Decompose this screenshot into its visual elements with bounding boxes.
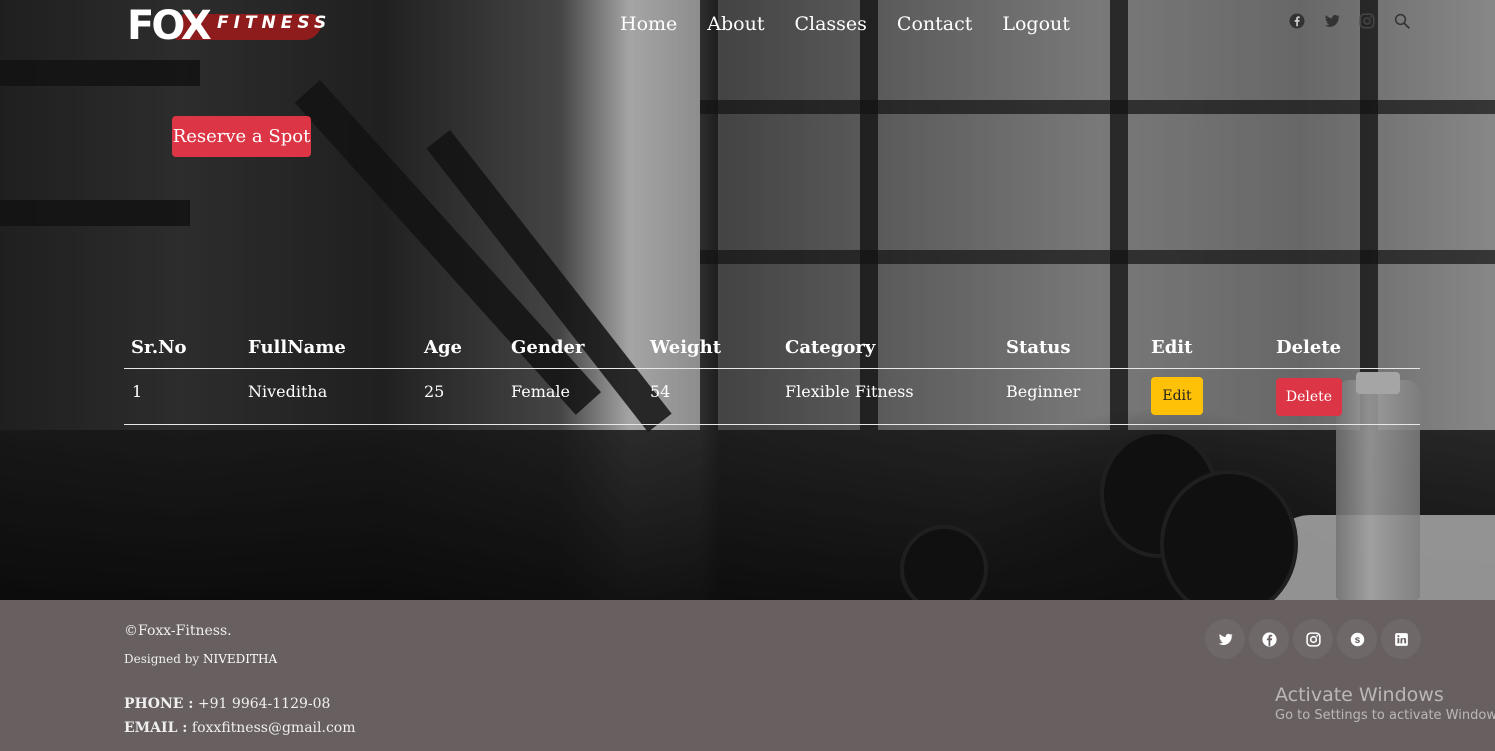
instagram-icon[interactable] [1294,620,1332,658]
designed-by: Designed by NIVEDITHA [124,652,277,666]
facebook-icon[interactable] [1250,620,1288,658]
facebook-icon[interactable] [1288,12,1306,30]
email-label: EMAIL : [124,720,188,736]
skype-icon[interactable] [1338,620,1376,658]
header-age: Age [424,337,463,358]
cell-fullname: Niveditha [248,382,328,401]
twitter-icon[interactable] [1206,620,1244,658]
footer: ©Foxx-Fitness. Designed by NIVEDITHA PHO… [0,600,1495,751]
cell-category: Flexible Fitness [785,382,914,401]
watermark-title: Activate Windows [1275,684,1444,706]
hero-overlay [0,0,1495,600]
copyright-text: ©Foxx-Fitness. [124,623,232,639]
instagram-icon[interactable] [1358,12,1376,30]
header-delete: Delete [1276,337,1342,358]
reserve-spot-button[interactable]: Reserve a Spot [172,116,311,157]
footer-social [1206,620,1420,658]
cell-weight: 54 [650,382,671,401]
nav-about[interactable]: About [707,10,764,38]
header-edit: Edit [1151,337,1193,358]
bookings-table: Sr.No FullName Age Gender Weight Categor… [124,328,1420,425]
phone-label: PHONE : [124,696,194,712]
phone-value: +91 9964-1129-08 [197,696,331,712]
designed-by-prefix: Designed by [124,652,200,666]
cell-srno: 1 [132,382,143,401]
nav-home[interactable]: Home [620,10,677,38]
nav-classes[interactable]: Classes [794,10,866,38]
table-row: 1 Niveditha 25 Female 54 Flexible Fitnes… [124,369,1420,425]
header-category: Category [785,337,876,358]
main-nav: Home About Classes Contact Logout [620,10,1100,38]
header-gender: Gender [511,337,585,358]
designer-name: NIVEDITHA [203,652,278,666]
cell-age: 25 [424,382,445,401]
logo-subtext: FITNESS [217,13,332,33]
edit-button[interactable]: Edit [1151,377,1203,415]
email-value: foxxfitness@gmail.com [191,720,356,736]
table-header: Sr.No FullName Age Gender Weight Categor… [124,328,1420,369]
search-icon[interactable] [1393,12,1411,30]
nav-logout[interactable]: Logout [1002,10,1070,38]
header-srno: Sr.No [131,337,187,358]
logo-text: FOX [127,3,212,49]
brand-logo[interactable]: FOX FITNESS [127,4,327,48]
twitter-icon[interactable] [1323,12,1341,30]
nav-contact[interactable]: Contact [897,10,972,38]
activate-windows-watermark: Activate Windows Go to Settings to activ… [1275,684,1495,723]
contact-email: EMAIL : foxxfitness@gmail.com [124,720,356,736]
cell-status: Beginner [1006,382,1081,401]
header-social [1288,12,1411,30]
delete-button[interactable]: Delete [1276,378,1342,416]
header-status: Status [1006,337,1071,358]
cell-gender: Female [511,382,570,401]
header-weight: Weight [650,337,722,358]
header-fullname: FullName [248,337,346,358]
watermark-subtitle: Go to Settings to activate Windows. [1275,708,1495,723]
linkedin-icon[interactable] [1382,620,1420,658]
contact-phone: PHONE : +91 9964-1129-08 [124,696,330,712]
